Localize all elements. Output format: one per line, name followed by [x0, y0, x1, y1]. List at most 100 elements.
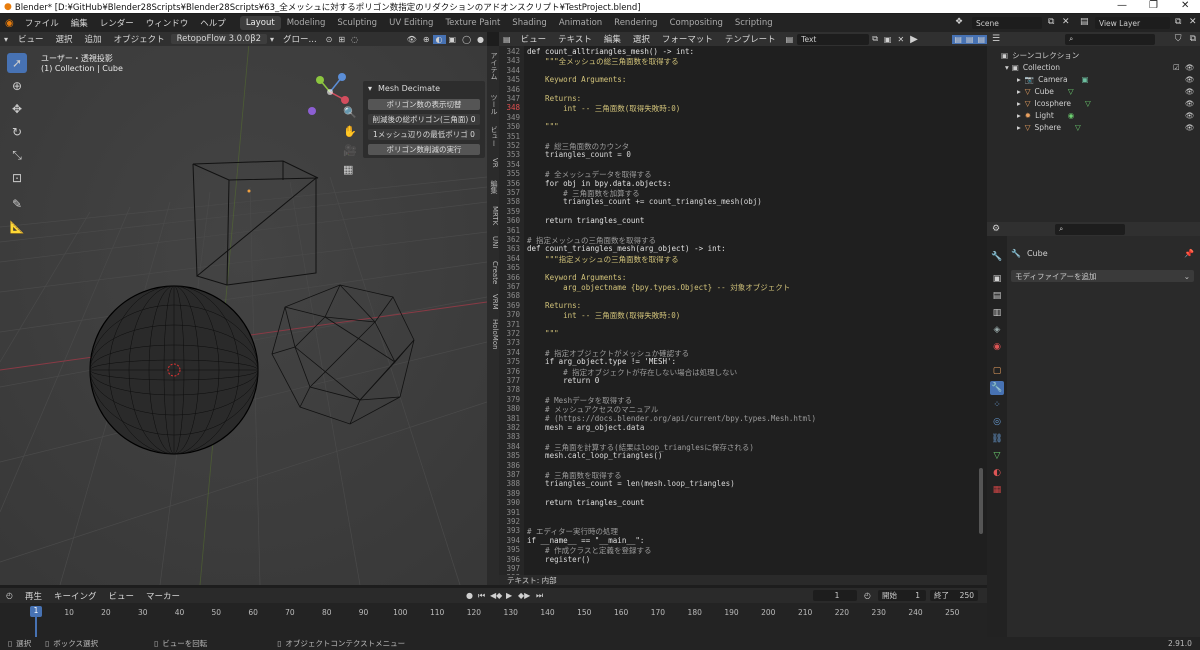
physics-tab-icon[interactable]: ◎ — [990, 415, 1004, 429]
code-line[interactable]: """指定メッシュの三角面数を取得する — [527, 254, 679, 265]
viewport-menu-add[interactable]: 追加 — [79, 33, 108, 45]
pan-hand-icon[interactable]: ✋ — [343, 125, 357, 138]
menu-render[interactable]: レンダー — [94, 17, 140, 29]
code-line[interactable]: """ — [527, 329, 559, 338]
expand-icon[interactable]: ▸ — [1017, 75, 1021, 84]
code-line[interactable]: mesh = arg_object.data — [527, 423, 644, 432]
visibility-eye-icon[interactable]: 👁 — [1185, 111, 1195, 120]
code-line[interactable]: mesh.calc_loop_triangles() — [527, 451, 662, 460]
min-polygons-per-mesh-field[interactable]: 1メッシュ辺りの最低ポリゴ 0 — [368, 129, 480, 140]
te-menu-view[interactable]: ビュー — [515, 33, 553, 45]
texture-tab-icon[interactable]: ▦ — [990, 483, 1004, 497]
outliner-item-light[interactable]: ▸ ✹ Light ◉ 👁 — [987, 109, 1200, 121]
outliner-item-icosphere[interactable]: ▸ ▽ Icosphere ▽ 👁 — [987, 97, 1200, 109]
minimize-button[interactable]: — — [1117, 0, 1127, 11]
editor-type-icon[interactable]: ▤ — [499, 35, 515, 44]
code-line[interactable]: arg_objectname {bpy.types.Object} -- 対象オ… — [527, 282, 790, 293]
timeline-editor[interactable]: ◴ 再生 キーイング ビュー マーカー ● ⏮ ◀◆ ▶ ◆▶ ⏭ 1 ◴ 開始… — [0, 588, 987, 637]
code-line[interactable]: """全メッシュの総三角面数を取得する — [527, 56, 679, 67]
line-numbers-toggle-icon[interactable]: ▤ — [952, 34, 964, 44]
code-line[interactable]: return triangles_count — [527, 498, 644, 507]
code-line[interactable]: int -- 三角面数(取得失敗時:0) — [527, 310, 680, 321]
tab-modeling[interactable]: Modeling — [281, 16, 332, 30]
snap-icon[interactable]: ⊞ — [335, 35, 348, 44]
mesh-data-icon[interactable]: ▽ — [1085, 99, 1091, 108]
shading-wire-icon[interactable]: ◯ — [459, 35, 474, 44]
te-menu-text[interactable]: テキスト — [552, 33, 598, 45]
expand-icon[interactable]: ▸ — [1017, 111, 1021, 120]
viewport-menu-object[interactable]: オブジェクト — [108, 33, 171, 45]
code-line[interactable]: if arg_object.type != 'MESH': — [527, 357, 676, 366]
select-tool-icon[interactable]: ➚ — [7, 53, 27, 73]
properties-editor[interactable]: ⚙ ⌕ 🔧 ▣ ▤ ▥ ◈ ◉ ▢ 🔧 ⁘ ◎ ⛓ ▽ ◐ ▦ 🔧 Cube 📌… — [987, 222, 1200, 637]
constraints-tab-icon[interactable]: ⛓ — [990, 432, 1004, 446]
visibility-eye-icon[interactable]: 👁 — [1185, 63, 1195, 72]
toggle-poly-count-button[interactable]: ポリゴン数の表示切替 — [368, 99, 480, 110]
properties-type-icon[interactable]: ⚙ — [987, 224, 1005, 234]
tab-animation[interactable]: Animation — [553, 16, 608, 30]
maximize-button[interactable]: ❐ — [1149, 0, 1158, 11]
tool-tab-icon[interactable]: 🔧 — [990, 250, 1004, 264]
syntax-highlight-toggle-icon[interactable]: ▤ — [975, 34, 987, 44]
particles-tab-icon[interactable]: ⁘ — [990, 398, 1004, 412]
mesh-data-icon[interactable]: ▽ — [1068, 87, 1074, 96]
delete-view-layer-icon[interactable]: ✕ — [1189, 17, 1197, 27]
retopoflow-menu[interactable]: RetopoFlow 3.0.0β2 — [170, 34, 268, 44]
word-wrap-toggle-icon[interactable]: ▤ — [963, 34, 976, 44]
new-collection-icon[interactable]: ⧉ — [1186, 34, 1200, 44]
outliner-item-cube[interactable]: ▸ ▽ Cube ▽ 👁 — [987, 85, 1200, 97]
transform-orientation[interactable]: グロー... — [277, 33, 323, 45]
transform-tool-icon[interactable]: ⊡ — [7, 168, 27, 188]
code-line[interactable]: register() — [527, 555, 590, 564]
target-total-polygons-field[interactable]: 削減後の総ポリゴン(三角面) 0 — [368, 114, 480, 125]
expand-icon[interactable]: ▸ — [1017, 123, 1021, 132]
text-editor[interactable]: ▤ ビュー テキスト 編集 選択 フォーマット テンプレート ▤ Text ⧉ … — [499, 32, 987, 585]
cursor-tool-icon[interactable]: ⊕ — [7, 76, 27, 96]
menu-help[interactable]: ヘルプ — [194, 17, 232, 29]
outliner-type-icon[interactable]: ☰ — [987, 34, 1005, 44]
render-tab-icon[interactable]: ▣ — [990, 272, 1004, 286]
light-data-icon[interactable]: ◉ — [1068, 111, 1075, 120]
panel-collapse-icon[interactable]: ▾ — [368, 84, 372, 93]
pivot-icon[interactable]: ⊙ — [323, 35, 336, 44]
annotate-tool-icon[interactable]: ✎ — [7, 194, 27, 214]
visibility-eye-icon[interactable]: 👁 — [1185, 123, 1195, 132]
material-tab-icon[interactable]: ◐ — [990, 466, 1004, 480]
code-line[interactable]: for obj in bpy.data.objects: — [527, 179, 671, 188]
code-line[interactable]: triangles_count = 0 — [527, 150, 631, 159]
code-line[interactable]: Returns: — [527, 301, 581, 310]
code-line[interactable]: return 0 — [527, 376, 599, 385]
camera-data-icon[interactable]: ▣ — [1082, 75, 1089, 84]
timeline-ruler[interactable]: 10 20 30 40 50 60 70 80 90 100 110 120 130 140 150 160 1… — [0, 588, 987, 637]
zoom-icon[interactable]: 🔍 — [343, 106, 357, 119]
dropdown-icon[interactable]: ▾ — [267, 35, 277, 44]
pin-icon[interactable]: 📌 — [1184, 249, 1194, 258]
tab-compositing[interactable]: Compositing — [664, 16, 729, 30]
overlay-icon[interactable]: ◐ — [432, 34, 446, 44]
code-line[interactable]: # (https://docs.blender.org/api/current/… — [527, 414, 816, 423]
view-layer-icon[interactable]: ▤ — [1080, 17, 1089, 27]
menu-window[interactable]: ウィンドウ — [140, 17, 195, 29]
visibility-icon[interactable]: 👁 — [404, 35, 420, 44]
menu-edit[interactable]: 編集 — [65, 17, 94, 29]
scene-icon[interactable]: ❖ — [955, 17, 963, 27]
code-line[interactable]: return triangles_count — [527, 216, 644, 225]
code-line[interactable]: int -- 三角面数(取得失敗時:0) — [527, 103, 680, 114]
expand-icon[interactable]: ▾ — [1005, 63, 1009, 72]
close-button[interactable]: ✕ — [1181, 0, 1189, 11]
te-menu-format[interactable]: フォーマット — [656, 33, 719, 45]
viewport-menu-select[interactable]: 選択 — [50, 33, 79, 45]
tab-texture-paint[interactable]: Texture Paint — [439, 16, 506, 30]
expand-icon[interactable]: ▸ — [1017, 87, 1021, 96]
te-menu-edit[interactable]: 編集 — [598, 33, 627, 45]
new-view-layer-icon[interactable]: ⧉ — [1175, 17, 1181, 27]
tab-uv-editing[interactable]: UV Editing — [383, 16, 439, 30]
new-text-icon[interactable]: ⧉ — [869, 34, 881, 44]
outliner[interactable]: ☰ ⌕ ⛉ ⧉ ▣ シーンコレクション ▾ ▣ Collection ☑ 👁 ▸… — [987, 32, 1200, 222]
scale-tool-icon[interactable]: ⤡ — [7, 145, 27, 165]
outliner-item-sphere[interactable]: ▸ ▽ Sphere ▽ 👁 — [987, 121, 1200, 133]
playhead-label[interactable]: 1 — [30, 606, 42, 617]
visibility-eye-icon[interactable]: 👁 — [1185, 99, 1195, 108]
view-layer-field[interactable]: View Layer — [1095, 17, 1170, 29]
code-line[interactable]: """ — [527, 122, 559, 131]
